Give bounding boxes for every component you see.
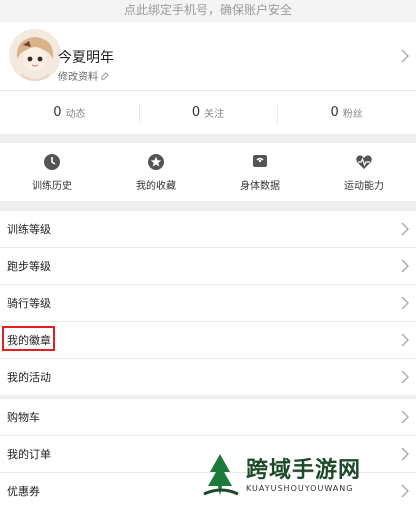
stat-following-value: 0 <box>191 105 201 120</box>
edit-profile-link[interactable]: 修改资料 <box>58 68 109 83</box>
menu-training-level-label: 训练等级 <box>7 223 51 236</box>
quick-body-data[interactable]: 身体数据 <box>208 143 312 201</box>
quick-favorites[interactable]: 我的收藏 <box>104 143 208 201</box>
menu-cycling-level-label: 骑行等级 <box>7 297 51 310</box>
stat-followers-label: 粉丝 <box>342 109 363 120</box>
highlight-box <box>2 326 55 351</box>
bind-phone-banner[interactable]: 点此绑定手机号，确保账户安全 <box>0 0 416 22</box>
watermark-subtitle: KUAYUSHOUYOUWANG <box>246 484 354 493</box>
chevron-right-icon <box>401 49 409 63</box>
edit-icon <box>101 71 109 80</box>
menu-training-level[interactable]: 训练等级 <box>0 211 416 248</box>
menu-my-orders-label: 我的订单 <box>7 448 51 461</box>
stat-following-label: 关注 <box>204 109 225 120</box>
quick-training-history[interactable]: 训练历史 <box>0 143 104 201</box>
chevron-right-icon <box>401 259 409 273</box>
profile-card[interactable]: 今夏明年 修改资料 <box>0 22 416 91</box>
quick-athletic-ability-label: 运动能力 <box>344 180 384 192</box>
chevron-right-icon <box>401 222 409 236</box>
chevron-right-icon <box>401 296 409 310</box>
quick-actions: 训练历史 我的收藏 身体数据 运动能力 <box>0 143 416 201</box>
heart-pulse-icon <box>356 154 372 169</box>
menu-cart-label: 购物车 <box>7 411 40 424</box>
stat-posts-value: 0 <box>53 105 62 120</box>
menu-coupons-label: 优惠券 <box>7 485 40 498</box>
chevron-right-icon <box>401 333 409 347</box>
profile-name: 今夏明年 <box>58 50 114 66</box>
quick-athletic-ability[interactable]: 运动能力 <box>312 143 416 201</box>
chevron-right-icon <box>401 410 409 424</box>
menu-running-level[interactable]: 跑步等级 <box>0 248 416 285</box>
quick-favorites-label: 我的收藏 <box>136 180 176 192</box>
body-data-icon <box>253 154 267 167</box>
menu-cycling-level[interactable]: 骑行等级 <box>0 285 416 322</box>
menu-group-levels: 训练等级 跑步等级 骑行等级 我的徽章 我的活动 <box>0 211 416 395</box>
stat-followers[interactable]: 0 粉丝 <box>277 91 416 134</box>
menu-my-activities-label: 我的活动 <box>7 371 51 384</box>
watermark-logo-icon <box>203 454 239 496</box>
site-watermark: 跨域手游网 KUAYUSHOUYOUWANG <box>200 448 412 502</box>
quick-body-data-label: 身体数据 <box>240 180 280 192</box>
star-icon <box>148 153 164 170</box>
chevron-right-icon <box>401 370 409 384</box>
quick-training-history-label: 训练历史 <box>32 180 72 192</box>
menu-running-level-label: 跑步等级 <box>7 260 51 273</box>
avatar <box>9 29 61 81</box>
menu-my-badges[interactable]: 我的徽章 <box>0 322 416 359</box>
stat-followers-value: 0 <box>330 105 339 120</box>
stat-posts[interactable]: 0 动态 <box>0 91 139 134</box>
watermark-title: 跨域手游网 <box>246 458 362 483</box>
stat-posts-label: 动态 <box>65 109 86 120</box>
menu-cart[interactable]: 购物车 <box>0 399 416 436</box>
stat-following[interactable]: 0 关注 <box>138 91 278 134</box>
menu-my-activities[interactable]: 我的活动 <box>0 359 416 395</box>
edit-profile-label: 修改资料 <box>58 72 98 83</box>
clock-icon <box>44 153 60 170</box>
stats-bar: 0 动态 0 关注 0 粉丝 <box>0 91 416 134</box>
